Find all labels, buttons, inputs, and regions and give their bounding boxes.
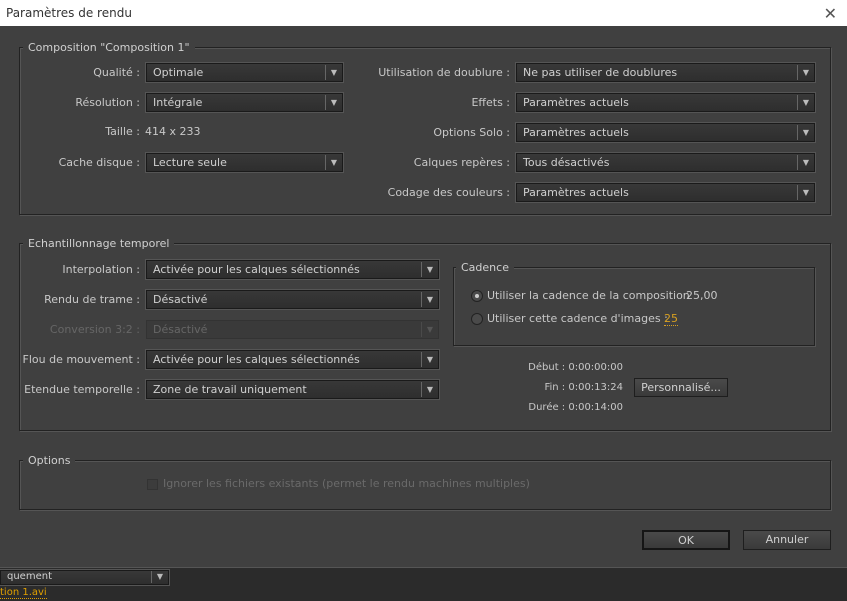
chevron-down-icon: ▼ — [421, 352, 438, 367]
chevron-down-icon: ▼ — [421, 322, 438, 337]
duration-time: Durée : 0:00:14:00 — [528, 402, 623, 413]
start-time: Début : 0:00:00:00 — [528, 362, 623, 373]
field-render-label: Rendu de trame : — [44, 293, 140, 306]
chevron-down-icon: ▼ — [325, 95, 342, 110]
skip-existing-label: Ignorer les fichiers existants (permet l… — [163, 477, 530, 490]
resolution-label: Résolution : — [75, 96, 140, 109]
chevron-down-icon: ▼ — [797, 65, 814, 80]
motion-blur-label: Flou de mouvement : — [22, 353, 141, 366]
background-dropdown-value: quement — [7, 571, 52, 582]
field-render-value: Désactivé — [153, 293, 208, 306]
effects-label: Effets : — [471, 96, 510, 109]
proxy-label: Utilisation de doublure : — [378, 66, 510, 79]
motion-blur-select[interactable]: Activée pour les calques sélectionnés ▼ — [146, 350, 439, 369]
background-dropdown[interactable]: quement ▼ — [0, 570, 169, 585]
chevron-down-icon: ▼ — [325, 65, 342, 80]
title-bar: Paramètres de rendu — [0, 0, 847, 26]
motion-blur-value: Activée pour les calques sélectionnés — [153, 353, 360, 366]
pulldown-select: Désactivé ▼ — [146, 320, 439, 339]
disk-cache-select[interactable]: Lecture seule ▼ — [146, 153, 343, 172]
effects-select[interactable]: Paramètres actuels ▼ — [516, 93, 815, 112]
solo-select[interactable]: Paramètres actuels ▼ — [516, 123, 815, 142]
proxy-value: Ne pas utiliser de doublures — [523, 66, 678, 79]
interpolation-select[interactable]: Activée pour les calques sélectionnés ▼ — [146, 260, 439, 279]
options-legend: Options — [23, 454, 76, 467]
quality-select[interactable]: Optimale ▼ — [146, 63, 343, 82]
proxy-select[interactable]: Ne pas utiliser de doublures ▼ — [516, 63, 815, 82]
chevron-down-icon: ▼ — [421, 292, 438, 307]
guide-layers-value: Tous désactivés — [523, 156, 610, 169]
use-custom-rate-radio[interactable] — [471, 313, 483, 325]
custom-rate-input[interactable]: 25 — [664, 312, 678, 326]
color-depth-select[interactable]: Paramètres actuels ▼ — [516, 183, 815, 202]
close-icon[interactable]: ✕ — [824, 4, 837, 23]
interpolation-label: Interpolation : — [62, 263, 140, 276]
chevron-down-icon: ▼ — [421, 382, 438, 397]
color-depth-value: Paramètres actuels — [523, 186, 629, 199]
color-depth-label: Codage des couleurs : — [387, 186, 510, 199]
pulldown-value: Désactivé — [153, 323, 208, 336]
quality-value: Optimale — [153, 66, 204, 79]
pulldown-label: Conversion 3:2 : — [49, 323, 140, 336]
chevron-down-icon: ▼ — [325, 155, 342, 170]
end-time: Fin : 0:00:13:24 — [544, 382, 623, 393]
chevron-down-icon: ▼ — [151, 571, 168, 583]
effects-value: Paramètres actuels — [523, 96, 629, 109]
guide-layers-select[interactable]: Tous désactivés ▼ — [516, 153, 815, 172]
size-value: 414 x 233 — [145, 125, 201, 138]
chevron-down-icon: ▼ — [797, 185, 814, 200]
comp-rate-value: 25,00 — [686, 289, 718, 302]
cancel-button[interactable]: Annuler — [743, 530, 831, 550]
solo-value: Paramètres actuels — [523, 126, 629, 139]
time-span-label: Etendue temporelle : — [24, 383, 140, 396]
output-file-link[interactable]: tion 1.avi — [0, 587, 47, 599]
time-sampling-legend: Echantillonnage temporel — [23, 237, 175, 250]
custom-time-button[interactable]: Personnalisé... — [634, 378, 728, 397]
size-label: Taille : — [105, 125, 140, 138]
guide-layers-label: Calques repères : — [413, 156, 510, 169]
disk-cache-label: Cache disque : — [58, 156, 140, 169]
cadence-group — [453, 267, 815, 346]
use-custom-rate-label: Utiliser cette cadence d'images : — [487, 312, 668, 325]
chevron-down-icon: ▼ — [797, 155, 814, 170]
composition-legend: Composition "Composition 1" — [23, 41, 195, 54]
time-span-select[interactable]: Zone de travail uniquement ▼ — [146, 380, 439, 399]
ok-button[interactable]: OK — [642, 530, 730, 550]
use-comp-rate-label: Utiliser la cadence de la composition — [487, 289, 690, 302]
cadence-legend: Cadence — [456, 261, 514, 274]
chevron-down-icon: ▼ — [421, 262, 438, 277]
disk-cache-value: Lecture seule — [153, 156, 227, 169]
skip-existing-checkbox — [147, 479, 158, 490]
interpolation-value: Activée pour les calques sélectionnés — [153, 263, 360, 276]
window-title: Paramètres de rendu — [6, 6, 132, 20]
chevron-down-icon: ▼ — [797, 95, 814, 110]
quality-label: Qualité : — [93, 66, 140, 79]
field-render-select[interactable]: Désactivé ▼ — [146, 290, 439, 309]
resolution-select[interactable]: Intégrale ▼ — [146, 93, 343, 112]
use-comp-rate-radio[interactable] — [471, 290, 483, 302]
resolution-value: Intégrale — [153, 96, 203, 109]
time-span-value: Zone de travail uniquement — [153, 383, 307, 396]
solo-label: Options Solo : — [433, 126, 510, 139]
chevron-down-icon: ▼ — [797, 125, 814, 140]
